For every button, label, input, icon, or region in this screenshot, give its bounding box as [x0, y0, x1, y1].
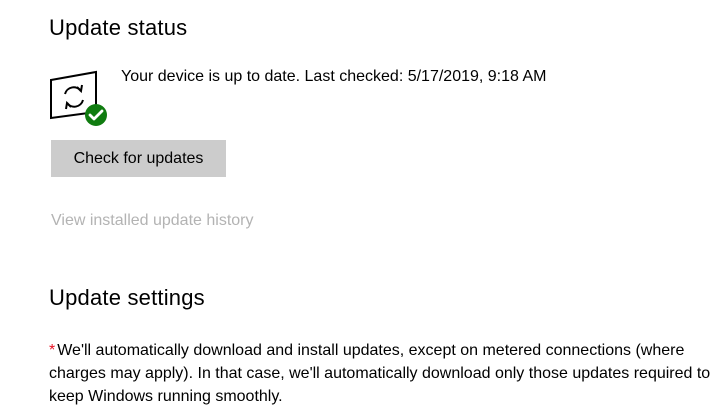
update-device-icon — [48, 70, 110, 128]
update-settings-heading: Update settings — [49, 285, 205, 310]
windows-update-page: Update status Your device is up to date.… — [0, 0, 720, 419]
required-asterisk: * — [49, 342, 56, 359]
check-for-updates-button[interactable]: Check for updates — [51, 140, 226, 177]
update-settings-description: We'll automatically download and install… — [49, 342, 711, 405]
update-status-message: Your device is up to date. Last checked:… — [121, 68, 547, 85]
update-status-heading: Update status — [49, 15, 188, 40]
view-update-history-link[interactable]: View installed update history — [51, 212, 254, 230]
update-settings-description-block: * We'll automatically download and instal… — [49, 339, 714, 408]
